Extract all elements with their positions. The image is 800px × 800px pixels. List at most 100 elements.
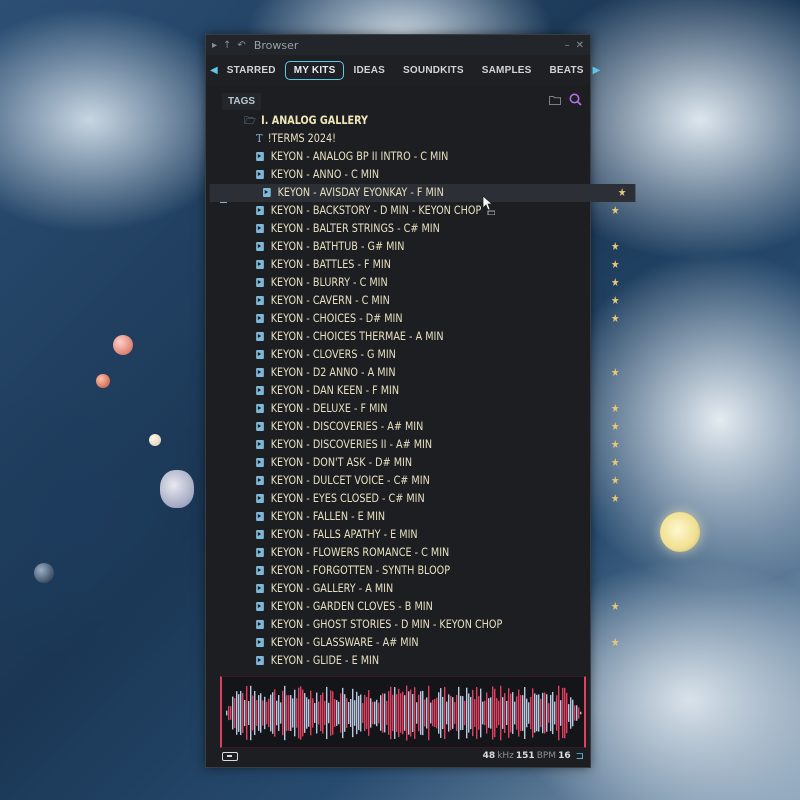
sample-row[interactable]: KEYON - ANALOG BP II INTRO - C MIN — [220, 148, 621, 166]
star-icon[interactable]: ★ — [611, 400, 619, 418]
folder-icon[interactable] — [549, 95, 561, 108]
star-icon[interactable]: ★ — [611, 418, 619, 436]
star-icon[interactable]: ★ — [611, 472, 619, 490]
sample-row[interactable]: KEYON - DELUXE - F MIN ★ — [220, 400, 621, 418]
sample-row[interactable]: KEYON - BATTLES - F MIN ★ — [220, 256, 621, 274]
sample-row[interactable]: KEYON - FALLEN - E MIN — [220, 508, 621, 526]
tab-beats[interactable]: BEATS — [541, 61, 593, 80]
play-sample-icon[interactable] — [256, 530, 264, 539]
folder-row[interactable]: 🗁 I. ANALOG GALLERY — [220, 112, 609, 130]
star-icon[interactable]: ★ — [611, 436, 619, 454]
play-sample-icon[interactable] — [256, 206, 264, 215]
star-icon[interactable]: ★ — [611, 310, 619, 328]
sample-row[interactable]: KEYON - BALTER STRINGS - C# MIN — [220, 220, 621, 238]
tab-ideas[interactable]: IDEAS — [344, 61, 394, 80]
play-sample-icon[interactable] — [256, 404, 264, 413]
star-icon[interactable]: ★ — [611, 292, 619, 310]
sample-row[interactable]: KEYON - DAN KEEN - F MIN — [220, 382, 621, 400]
sample-row[interactable]: KEYON - DON'T ASK - D# MIN ★ — [220, 454, 621, 472]
play-sample-icon[interactable] — [256, 494, 264, 503]
sample-row[interactable]: KEYON - BACKSTORY - D MIN - KEYON CHOP ★ — [220, 202, 621, 220]
star-icon[interactable]: ★ — [611, 598, 619, 616]
star-icon[interactable]: ★ — [611, 256, 619, 274]
sample-row[interactable]: KEYON - CLOVERS - G MIN — [220, 346, 621, 364]
play-sample-icon[interactable] — [256, 296, 264, 305]
sample-row[interactable]: KEYON - CHOICES - D# MIN ★ — [220, 310, 621, 328]
sample-row[interactable]: KEYON - CHOICES THERMAE - A MIN — [220, 328, 621, 346]
play-sample-icon[interactable] — [256, 260, 264, 269]
play-sample-icon[interactable] — [256, 278, 264, 287]
star-icon[interactable]: ★ — [611, 202, 619, 220]
star-icon[interactable]: ★ — [611, 238, 619, 256]
play-sample-icon[interactable] — [256, 242, 264, 251]
sample-row[interactable]: KEYON - D2 ANNO - A MIN ★ — [220, 364, 621, 382]
up-arrow-icon[interactable]: ↑ — [223, 40, 231, 51]
tab-scroll-right-icon[interactable]: ▶ — [593, 65, 601, 76]
play-sample-icon[interactable] — [256, 620, 264, 629]
note-row[interactable]: T !TERMS 2024! — [220, 130, 621, 148]
play-sample-icon[interactable] — [256, 224, 264, 233]
play-sample-icon[interactable] — [263, 188, 271, 197]
star-icon[interactable]: ★ — [618, 184, 626, 202]
sample-row[interactable]: KEYON - CAVERN - C MIN ★ — [220, 292, 621, 310]
loop-toggle-icon[interactable] — [222, 751, 238, 761]
close-icon[interactable]: ✕ — [576, 40, 584, 51]
play-sample-icon[interactable] — [256, 350, 264, 359]
play-sample-icon[interactable] — [256, 170, 264, 179]
tab-my-kits[interactable]: MY KITS — [284, 60, 345, 80]
expand-arrow-icon[interactable]: ▸ — [212, 40, 217, 51]
waveform-preview[interactable] — [220, 676, 586, 748]
tab-starred[interactable]: STARRED — [218, 61, 285, 80]
sample-label: KEYON - FALLS APATHY - E MIN — [270, 528, 418, 541]
tab-scroll-left-icon[interactable]: ◀ — [210, 65, 218, 76]
sample-row[interactable]: KEYON - GHOST STORIES - D MIN - KEYON CH… — [220, 616, 621, 634]
play-sample-icon[interactable] — [256, 368, 264, 377]
star-icon[interactable]: ★ — [611, 454, 619, 472]
tags-button[interactable]: TAGS — [222, 92, 262, 110]
bpm-value: 151 — [515, 751, 535, 761]
play-sample-icon[interactable] — [256, 332, 264, 341]
star-icon[interactable]: ★ — [611, 634, 619, 652]
sample-row[interactable]: KEYON - FORGOTTEN - SYNTH BLOOP — [220, 562, 621, 580]
sample-row[interactable]: KEYON - ANNO - C MIN — [220, 166, 621, 184]
play-sample-icon[interactable] — [256, 584, 264, 593]
play-sample-icon[interactable] — [256, 638, 264, 647]
browser-toolbar: TAGS — [222, 91, 582, 111]
sample-label: KEYON - ANALOG BP II INTRO - C MIN — [270, 150, 449, 163]
tab-soundkits[interactable]: SOUNDKITS — [394, 61, 473, 80]
play-sample-icon[interactable] — [256, 476, 264, 485]
star-icon[interactable]: ★ — [611, 274, 619, 292]
play-sample-icon[interactable] — [256, 602, 264, 611]
play-sample-icon[interactable] — [256, 152, 264, 161]
sample-row[interactable]: KEYON - BLURRY - C MIN ★ — [220, 274, 621, 292]
export-icon[interactable]: ⊐ — [576, 751, 584, 762]
sample-row[interactable]: KEYON - GALLERY - A MIN — [220, 580, 621, 598]
tab-samples[interactable]: SAMPLES — [473, 61, 541, 80]
sample-row[interactable]: KEYON - FLOWERS ROMANCE - C MIN — [220, 544, 621, 562]
sample-row[interactable]: KEYON - GLIDE - E MIN — [220, 652, 621, 670]
play-sample-icon[interactable] — [256, 422, 264, 431]
sample-label: KEYON - EYES CLOSED - C# MIN — [270, 492, 425, 505]
play-sample-icon[interactable] — [256, 566, 264, 575]
sample-row[interactable]: KEYON - BATHTUB - G# MIN ★ — [220, 238, 621, 256]
sample-row[interactable]: KEYON - GLASSWARE - A# MIN ★ — [220, 634, 621, 652]
minimize-icon[interactable]: – — [565, 40, 570, 51]
play-sample-icon[interactable] — [256, 512, 264, 521]
sample-row[interactable]: KEYON - AVISDAY EYONKAY - F MIN ★ — [209, 184, 635, 202]
play-sample-icon[interactable] — [256, 386, 264, 395]
undo-icon[interactable]: ↶ — [237, 40, 245, 51]
play-sample-icon[interactable] — [256, 548, 264, 557]
star-icon[interactable]: ★ — [611, 364, 619, 382]
sample-row[interactable]: KEYON - DULCET VOICE - C# MIN ★ — [220, 472, 621, 490]
sample-row[interactable]: KEYON - EYES CLOSED - C# MIN ★ — [220, 490, 621, 508]
play-sample-icon[interactable] — [256, 458, 264, 467]
play-sample-icon[interactable] — [256, 440, 264, 449]
search-icon[interactable] — [569, 93, 582, 109]
sample-row[interactable]: KEYON - FALLS APATHY - E MIN — [220, 526, 621, 544]
sample-row[interactable]: KEYON - GARDEN CLOVES - B MIN ★ — [220, 598, 621, 616]
sample-row[interactable]: KEYON - DISCOVERIES II - A# MIN ★ — [220, 436, 621, 454]
play-sample-icon[interactable] — [256, 656, 264, 665]
star-icon[interactable]: ★ — [611, 490, 619, 508]
play-sample-icon[interactable] — [256, 314, 264, 323]
sample-row[interactable]: KEYON - DISCOVERIES - A# MIN ★ — [220, 418, 621, 436]
